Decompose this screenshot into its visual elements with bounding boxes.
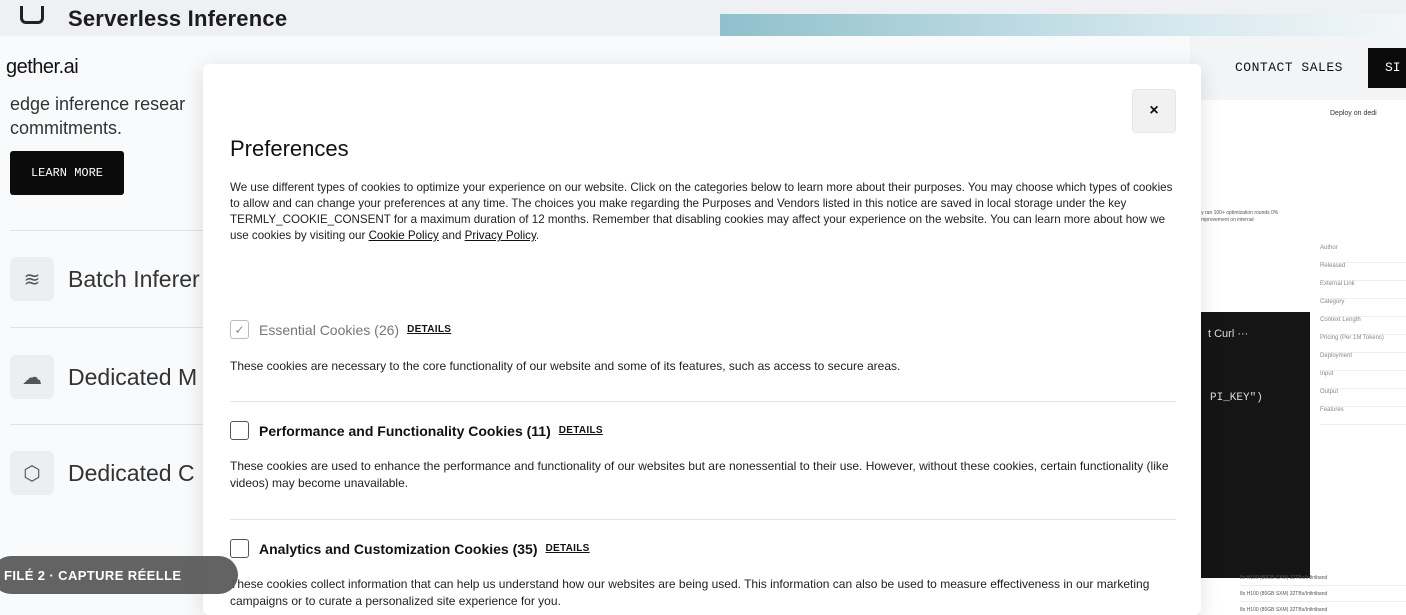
meta-row: External Link	[1320, 281, 1406, 299]
modal-title: Preferences	[230, 136, 349, 161]
meta-row: Pricing (Per 1M Tokens)	[1320, 335, 1406, 353]
modal-intro-text: We use different types of cookies to opt…	[230, 180, 1180, 244]
capture-label-badge: FILÉ 2 · CAPTURE RÉELLE	[0, 556, 238, 594]
category-name: Performance and Functionality Cookies (1…	[259, 422, 551, 439]
divider	[230, 401, 1176, 402]
hardware-list: 8x H100 (80GB SXM) 32TBs/Infiniband 8x H…	[1240, 570, 1406, 615]
product-dedicated-clusters[interactable]: Dedicated C	[68, 460, 195, 487]
contact-sales-link[interactable]: CONTACT SALES	[1235, 60, 1343, 75]
performance-checkbox[interactable]	[230, 421, 249, 440]
code-sample-box: t Curl ··· PI_KEY")	[1200, 312, 1310, 578]
hardware-row: 8x H100 (80GB SXM) 32TBs/Infiniband	[1240, 586, 1406, 602]
privacy-policy-link[interactable]: Privacy Policy	[465, 229, 536, 242]
close-icon: ×	[1149, 102, 1159, 119]
hero-text-line: edge inference resear	[10, 94, 186, 114]
details-link[interactable]: DETAILS	[407, 324, 451, 335]
hardware-row: 8x H100 (80GB SXM) 32TBs/Infiniband	[1240, 570, 1406, 586]
close-button[interactable]: ×	[1132, 89, 1176, 133]
background-right-column: CONTACT SALES SI Deploy on dedi ly ran 1…	[1190, 36, 1406, 615]
brand-logo[interactable]: gether.ai	[6, 56, 79, 79]
cookie-preferences-modal: × Preferences We use different types of …	[203, 64, 1201, 615]
category-description: These cookies collect information that c…	[230, 577, 1150, 608]
divider	[10, 424, 205, 425]
divider	[10, 327, 205, 328]
meta-row: Author	[1320, 245, 1406, 263]
category-description: These cookies are necessary to the core …	[230, 359, 901, 373]
meta-row: Input	[1320, 371, 1406, 389]
meta-row: Deployment	[1320, 353, 1406, 371]
cube-icon: ⬡	[10, 451, 54, 495]
serverless-inference-heading: Serverless Inference	[68, 6, 288, 31]
model-info-panel: Deploy on dedi ly ran 100+ optimization …	[1200, 100, 1406, 615]
model-meta-table: Author Released External Link Category C…	[1320, 245, 1406, 425]
meta-row: Context Length	[1320, 317, 1406, 335]
details-link[interactable]: DETAILS	[559, 425, 603, 436]
code-line: PI_KEY")	[1210, 392, 1263, 404]
server-icon	[20, 6, 44, 24]
layers-icon: ≋	[10, 257, 54, 301]
intro-conjunction: and	[442, 229, 462, 242]
category-name: Analytics and Customization Cookies (35)	[259, 540, 538, 557]
analytics-checkbox[interactable]	[230, 539, 249, 558]
details-link[interactable]: DETAILS	[546, 543, 590, 554]
hero-text-line: commitments.	[10, 118, 123, 138]
learn-more-button[interactable]: LEARN MORE	[10, 151, 124, 195]
deploy-dedicated-button[interactable]: Deploy on dedi	[1330, 110, 1377, 117]
intro-period: .	[535, 229, 540, 242]
cookie-policy-link[interactable]: Cookie Policy	[369, 229, 439, 242]
category-performance: Performance and Functionality Cookies (1…	[230, 421, 603, 440]
category-analytics: Analytics and Customization Cookies (35)…	[230, 539, 590, 558]
category-essential: ✓ Essential Cookies (26) DETAILS	[230, 320, 451, 339]
category-description: These cookies are used to enhance the pe…	[230, 459, 1169, 490]
background-left-column: gether.ai edge inference resear commitme…	[0, 36, 205, 615]
code-language-tabs[interactable]: t Curl ···	[1208, 328, 1248, 340]
product-dedicated-models[interactable]: Dedicated M	[68, 364, 197, 391]
meta-row: Output	[1320, 389, 1406, 407]
essential-checkbox[interactable]: ✓	[230, 320, 249, 339]
signup-button[interactable]: SI	[1368, 48, 1406, 88]
check-icon: ✓	[234, 322, 245, 337]
divider	[10, 230, 205, 231]
category-name: Essential Cookies (26)	[259, 321, 400, 338]
hardware-row: 8x H100 (80GB SXM) 32TBs/Infiniband	[1240, 602, 1406, 615]
background-nav-bar	[205, 36, 1205, 66]
product-batch-inference[interactable]: Batch Inferer	[68, 266, 200, 293]
divider	[230, 519, 1176, 520]
meta-row: Features	[1320, 407, 1406, 425]
meta-row: Category	[1320, 299, 1406, 317]
cloud-network-icon: ☁	[10, 355, 54, 399]
meta-row: Released	[1320, 263, 1406, 281]
model-note: ly ran 100+ optimization rounds 0% impro…	[1200, 210, 1279, 223]
